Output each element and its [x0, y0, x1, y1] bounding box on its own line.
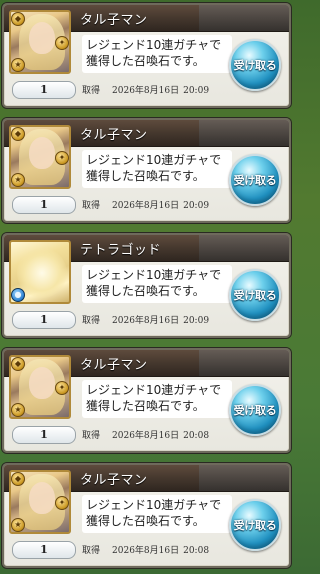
quantity-box: 1: [12, 81, 76, 99]
gift-card: タル子マン ◆ ✦ ★ レジェンド10連ガチャで獲得した召喚石です。 1 取得 2…: [2, 348, 291, 453]
element-badge-icon: ◆: [11, 12, 25, 26]
element-badge-icon: ◆: [11, 472, 25, 486]
rarity-badge-icon: ✦: [55, 381, 69, 395]
quantity-box: 1: [12, 196, 76, 214]
gift-description: レジェンド10連ガチャで獲得した召喚石です。: [82, 150, 232, 188]
gift-name: タル子マン: [80, 473, 148, 488]
acquired-date: 2026年8月16日: [112, 201, 180, 211]
quantity-box: 1: [12, 541, 76, 559]
acquired-time: 20:08: [183, 546, 210, 556]
gift-description: レジェンド10連ガチャで獲得した召喚石です。: [82, 380, 232, 418]
summon-art-face: [29, 367, 55, 399]
acquired-info: 取得 2026年8月16日 20:09: [82, 313, 209, 326]
acquired-date: 2026年8月16日: [112, 546, 180, 556]
summon-thumbnail[interactable]: ◆ ✦ ★: [9, 125, 71, 189]
element-badge-icon: ◆: [11, 357, 25, 371]
acquired-label: 取得: [82, 86, 101, 96]
acquired-label: 取得: [82, 546, 101, 556]
receive-button-label: 受け取る: [233, 404, 277, 417]
element-badge-icon: ◆: [11, 127, 25, 141]
acquired-date: 2026年8月16日: [112, 431, 180, 441]
acquired-label: 取得: [82, 201, 101, 211]
acquired-time: 20:09: [183, 316, 210, 326]
summon-art-face: [29, 22, 55, 54]
acquired-label: 取得: [82, 431, 101, 441]
rarity-badge-icon: ✦: [55, 496, 69, 510]
receive-button-label: 受け取る: [233, 519, 277, 532]
receive-button[interactable]: 受け取る: [229, 39, 281, 91]
rarity-badge-icon: ✦: [55, 151, 69, 165]
gift-name: タル子マン: [80, 128, 148, 143]
gift-card: タル子マン ◆ ✦ ★ レジェンド10連ガチャで獲得した召喚石です。 1 取得 2…: [2, 463, 291, 568]
acquired-info: 取得 2026年8月16日 20:09: [82, 83, 209, 96]
acquired-label: 取得: [82, 316, 101, 326]
star-badge-icon: ★: [11, 58, 25, 72]
summon-thumbnail[interactable]: ◆ ✦ ★: [9, 470, 71, 534]
receive-button-label: 受け取る: [233, 174, 277, 187]
acquired-time: 20:09: [183, 86, 210, 96]
star-badge-icon: ★: [11, 518, 25, 532]
star-badge-icon: ★: [11, 173, 25, 187]
gift-name: タル子マン: [80, 358, 148, 373]
gift-description: レジェンド10連ガチャで獲得した召喚石です。: [82, 265, 232, 303]
receive-button-label: 受け取る: [233, 289, 277, 302]
quantity-box: 1: [12, 311, 76, 329]
star-badge-icon: ★: [11, 403, 25, 417]
receive-button[interactable]: 受け取る: [229, 269, 281, 321]
acquired-date: 2026年8月16日: [112, 86, 180, 96]
receive-button[interactable]: 受け取る: [229, 154, 281, 206]
summon-thumbnail[interactable]: ●: [9, 240, 71, 304]
rarity-badge-icon: ✦: [55, 36, 69, 50]
receive-button[interactable]: 受け取る: [229, 384, 281, 436]
gift-card: タル子マン ◆ ✦ ★ レジェンド10連ガチャで獲得した召喚石です。 1 取得 2…: [2, 118, 291, 223]
gift-card: テトラゴッド ● レジェンド10連ガチャで獲得した召喚石です。 1 取得 2026…: [2, 233, 291, 338]
gift-description: レジェンド10連ガチャで獲得した召喚石です。: [82, 495, 232, 533]
element-badge-icon: ●: [11, 288, 25, 302]
quantity-box: 1: [12, 426, 76, 444]
summon-art: [17, 248, 67, 298]
acquired-time: 20:08: [183, 431, 210, 441]
summon-art-face: [29, 137, 55, 169]
gift-card: タル子マン ◆ ✦ ★ レジェンド10連ガチャで獲得した召喚石です。 1 取得 2…: [2, 3, 291, 108]
gift-name: タル子マン: [80, 13, 148, 28]
receive-button-label: 受け取る: [233, 59, 277, 72]
acquired-info: 取得 2026年8月16日 20:09: [82, 198, 209, 211]
gift-name: テトラゴッド: [80, 243, 162, 258]
summon-thumbnail[interactable]: ◆ ✦ ★: [9, 10, 71, 74]
acquired-info: 取得 2026年8月16日 20:08: [82, 543, 209, 556]
summon-thumbnail[interactable]: ◆ ✦ ★: [9, 355, 71, 419]
acquired-date: 2026年8月16日: [112, 316, 180, 326]
gift-description: レジェンド10連ガチャで獲得した召喚石です。: [82, 35, 232, 73]
acquired-info: 取得 2026年8月16日 20:08: [82, 428, 209, 441]
receive-button[interactable]: 受け取る: [229, 499, 281, 551]
acquired-time: 20:09: [183, 201, 210, 211]
summon-art-face: [29, 482, 55, 514]
